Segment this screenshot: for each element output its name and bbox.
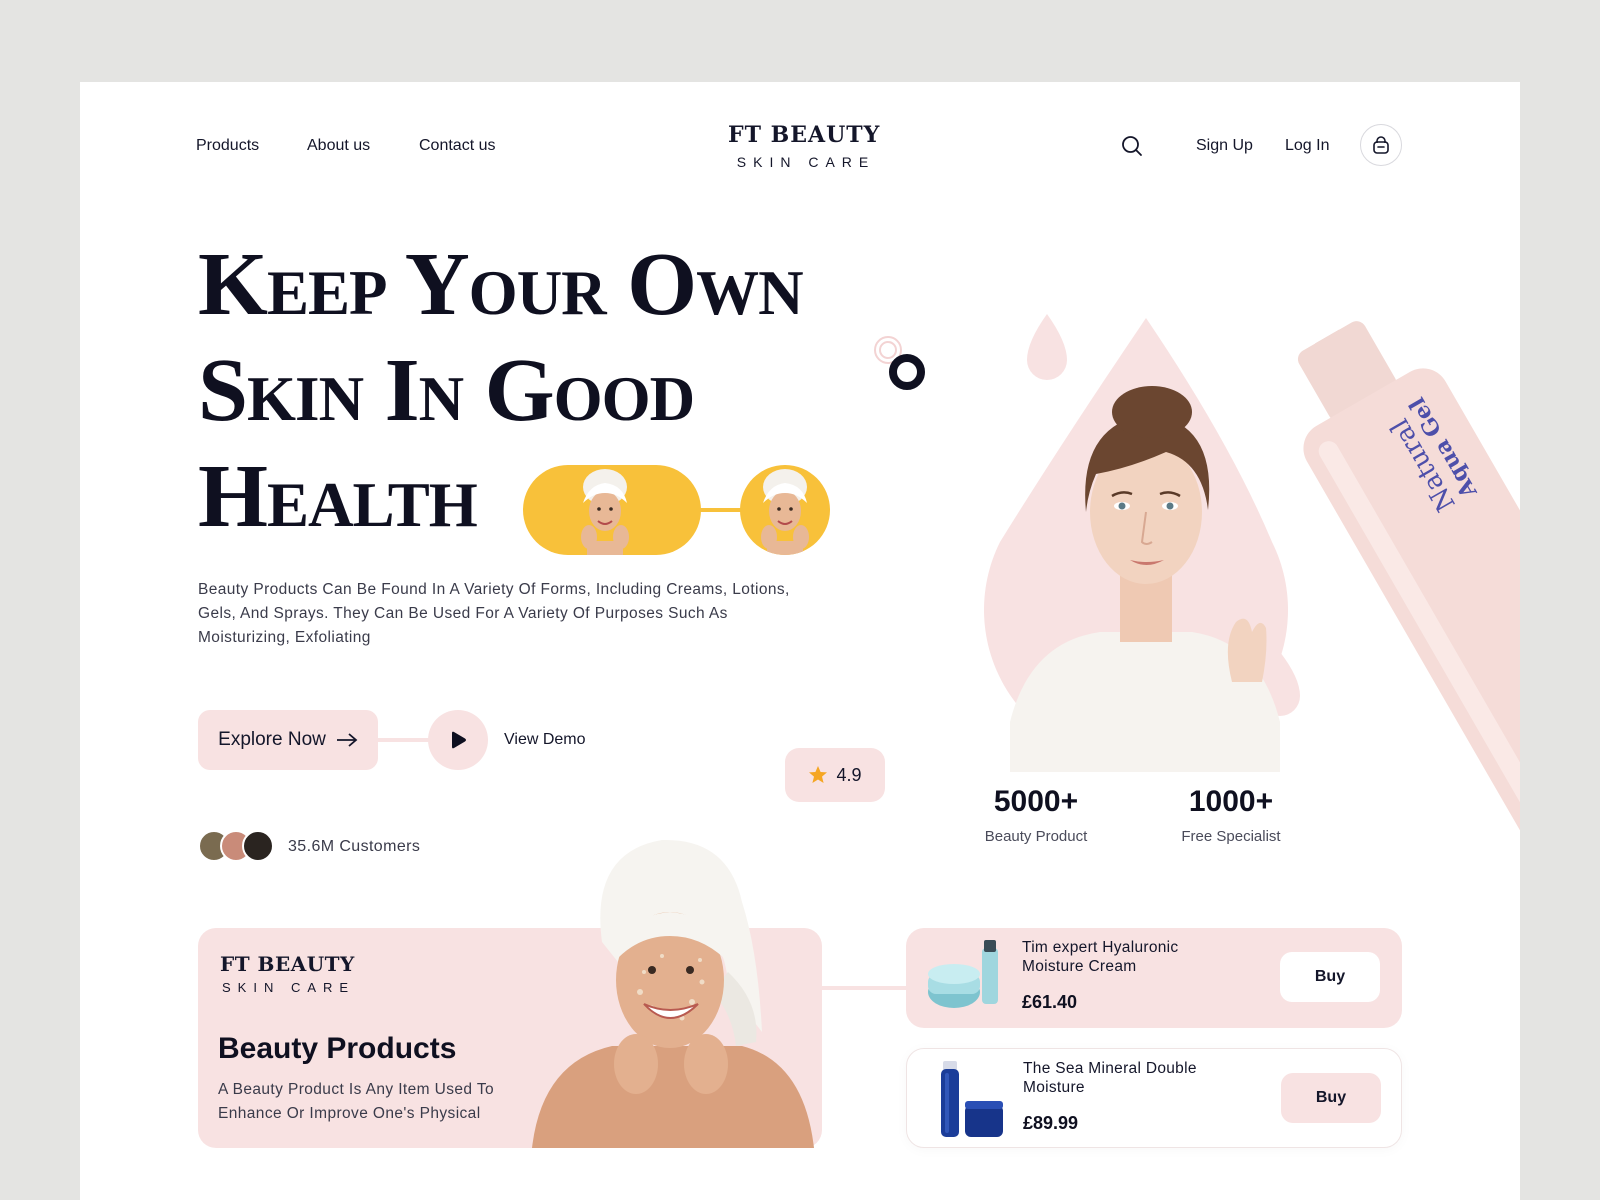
log-in-link[interactable]: Log In <box>1285 137 1329 155</box>
woman-face-mask-image <box>532 839 814 1148</box>
product-card[interactable]: The Sea Mineral Double Moisture £89.99 B… <box>906 1048 1402 1148</box>
avatar <box>242 830 274 862</box>
sign-up-link[interactable]: Sign Up <box>1196 137 1253 155</box>
rating-badge: 4.9 <box>785 748 885 802</box>
product-card[interactable]: Tim expert Hyaluronic Moisture Cream £61… <box>906 928 1402 1028</box>
hero-photo-pill <box>523 465 701 555</box>
buy-button[interactable]: Buy <box>1281 1073 1381 1123</box>
search-icon[interactable] <box>1120 134 1144 158</box>
hero-description: Beauty Products Can Be Found In A Variet… <box>198 581 790 646</box>
play-demo-button[interactable] <box>428 710 488 770</box>
mineral-moisture-product-image <box>941 1061 1003 1137</box>
cart-button[interactable] <box>1360 124 1402 166</box>
hero-headline-line3: Health <box>198 447 478 546</box>
beauty-products-description: A Beauty Product Is Any Item Used To Enh… <box>218 1081 495 1122</box>
customer-avatars <box>198 830 278 864</box>
hero-photo-circle <box>740 465 830 555</box>
star-icon <box>808 765 828 785</box>
hero-headline-line2: Skin In Good <box>198 341 695 440</box>
hero-headline-line1: Keep Your Own <box>198 235 804 334</box>
brand-title: FT BEAUTY <box>728 122 881 148</box>
rating-value: 4.9 <box>836 764 862 785</box>
shopping-bag-icon <box>1371 135 1391 155</box>
cta-connector <box>376 738 430 742</box>
explore-now-button[interactable]: Explore Now <box>198 710 378 770</box>
card-brand-title: FT BEAUTY <box>220 952 355 976</box>
nav-products-link[interactable]: Products <box>196 137 259 155</box>
product-name: Tim expert Hyaluronic Moisture Cream <box>1022 939 1179 975</box>
nav-contact-link[interactable]: Contact us <box>419 137 495 155</box>
moisture-cream-product-image <box>928 940 998 1008</box>
customers-count: 35.6M Customers <box>288 838 421 855</box>
explore-now-label: Explore Now <box>218 729 326 750</box>
decorative-ring-icon <box>874 336 925 390</box>
product-price: £89.99 <box>1023 1113 1079 1133</box>
stat-beauty-product-label: Beauty Product <box>984 828 1088 845</box>
product-name: The Sea Mineral Double Moisture <box>1023 1060 1197 1096</box>
photo-connector <box>700 508 742 512</box>
nav-about-link[interactable]: About us <box>307 137 370 155</box>
stat-beauty-product-value: 5000+ <box>993 785 1079 818</box>
landing-page: Products About us Contact us FT BEAUTY S… <box>80 82 1520 1200</box>
arrow-right-icon <box>336 733 358 747</box>
product-price: £61.40 <box>1022 992 1078 1012</box>
card-connector <box>822 986 908 990</box>
play-icon <box>449 731 467 749</box>
stat-free-specialist-label: Free Specialist <box>1181 828 1281 845</box>
brand-logo[interactable]: FT BEAUTY SKIN CARE <box>728 122 881 170</box>
woman-towel-photo-small <box>761 469 809 555</box>
card-brand-subtitle: SKIN CARE <box>222 980 356 995</box>
stat-free-specialist-value: 1000+ <box>1188 785 1274 818</box>
brand-subtitle: SKIN CARE <box>736 154 876 170</box>
beauty-products-title: Beauty Products <box>218 1032 457 1065</box>
woman-towel-photo <box>581 469 629 555</box>
buy-button[interactable]: Buy <box>1280 952 1380 1002</box>
view-demo-link[interactable]: View Demo <box>504 731 586 749</box>
